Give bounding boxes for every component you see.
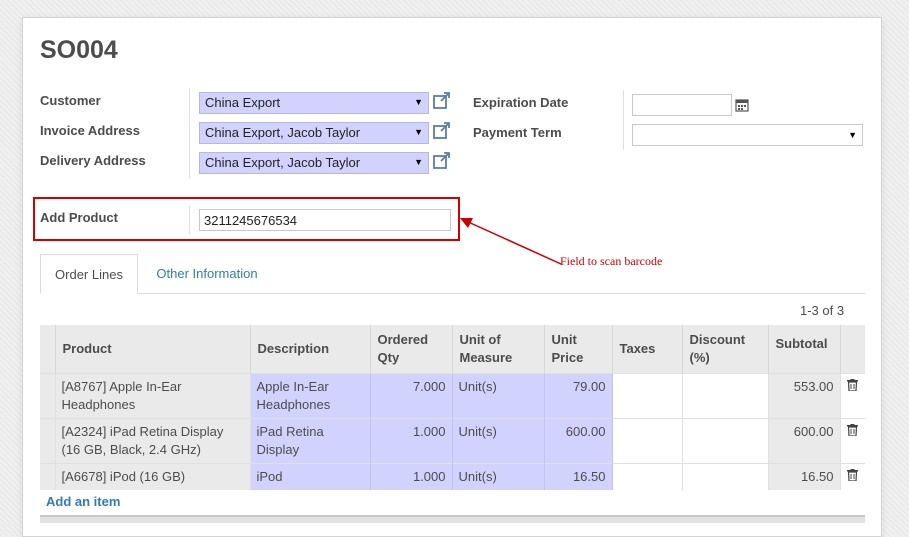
cell-uom[interactable]: Unit(s)	[452, 372, 545, 418]
annotation-arrow	[460, 218, 562, 265]
tab-order-lines[interactable]: Order Lines	[40, 254, 138, 294]
payment-term-select[interactable]: ▼	[632, 124, 863, 146]
cell-discount[interactable]	[682, 372, 769, 418]
trash-icon[interactable]	[846, 378, 858, 391]
cell-subtotal: 600.00	[768, 417, 841, 463]
external-link-icon[interactable]	[432, 121, 452, 141]
column-header-discount[interactable]: Discount (%)	[682, 325, 769, 373]
caret-down-icon: ▼	[848, 130, 857, 140]
cell-description[interactable]: iPod	[250, 462, 371, 490]
cell-discount[interactable]	[682, 462, 769, 490]
label-divider	[189, 88, 190, 178]
delivery-address-label: Delivery Address	[40, 153, 146, 168]
add-item-link[interactable]: Add an item	[46, 494, 120, 509]
cell-unit-price[interactable]: 79.00	[544, 372, 613, 418]
pager: 1-3 of 3	[800, 303, 845, 318]
column-header-uom[interactable]: Unit of Measure	[452, 325, 545, 373]
label-divider	[189, 206, 190, 234]
barcode-annotation: Field to scan barcode	[560, 254, 663, 268]
column-header-ordered-qty[interactable]: Ordered Qty	[370, 325, 453, 373]
cell-description[interactable]: Apple In-Ear Headphones	[250, 372, 371, 418]
external-link-icon[interactable]	[432, 151, 452, 171]
delete-cell	[840, 417, 865, 463]
delete-cell	[840, 462, 865, 490]
payment-term-label: Payment Term	[473, 125, 562, 140]
external-link-icon[interactable]	[432, 91, 452, 111]
trash-icon[interactable]	[846, 468, 858, 481]
row-handle	[40, 462, 56, 490]
cell-subtotal: 16.50	[768, 462, 841, 490]
cell-taxes[interactable]	[612, 462, 683, 490]
cell-ordered-qty[interactable]: 1.000	[370, 417, 453, 463]
cell-product[interactable]: [A2324] iPad Retina Display (16 GB, Blac…	[55, 417, 251, 463]
invoice-address-value: China Export, Jacob Taylor	[205, 125, 361, 140]
cell-ordered-qty[interactable]: 1.000	[370, 462, 453, 490]
invoice-address-select[interactable]: China Export, Jacob Taylor ▼	[199, 122, 429, 144]
cell-uom[interactable]: Unit(s)	[452, 462, 545, 490]
add-product-input[interactable]: 3211245676534	[199, 209, 451, 231]
column-header-product[interactable]: Product	[55, 325, 251, 373]
cell-product[interactable]: [A6678] iPod (16 GB)	[55, 462, 251, 490]
cell-subtotal: 553.00	[768, 372, 841, 418]
calendar-icon[interactable]	[735, 98, 749, 112]
table-row[interactable]: [A2324] iPad Retina Display (16 GB, Blac…	[40, 417, 865, 463]
header-text: Unit of	[459, 331, 501, 347]
header-text: Price	[551, 349, 584, 365]
label-divider-right	[623, 90, 624, 150]
add-product-label: Add Product	[40, 210, 118, 225]
footer-band	[40, 515, 865, 523]
delete-cell	[840, 372, 865, 418]
header-text: Qty	[377, 349, 400, 365]
order-lines-table: Product Description Ordered Qty Unit of Me…	[40, 325, 865, 490]
column-header-taxes[interactable]: Taxes	[612, 325, 683, 373]
delivery-address-value: China Export, Jacob Taylor	[205, 155, 361, 170]
table-header-row: Product Description Ordered Qty Unit of Me…	[40, 325, 865, 373]
tab-other-information[interactable]: Other Information	[145, 254, 269, 294]
cell-uom[interactable]: Unit(s)	[452, 417, 545, 463]
customer-value: China Export	[205, 95, 281, 110]
cell-ordered-qty[interactable]: 7.000	[370, 372, 453, 418]
record-title: SO004	[40, 36, 118, 64]
cell-unit-price[interactable]: 600.00	[544, 417, 613, 463]
customer-select[interactable]: China Export ▼	[199, 92, 429, 114]
cell-taxes[interactable]	[612, 372, 683, 418]
column-header-subtotal[interactable]: Subtotal	[768, 325, 841, 373]
expiration-date-input[interactable]	[632, 94, 732, 116]
cell-unit-price[interactable]: 16.50	[544, 462, 613, 490]
cell-taxes[interactable]	[612, 417, 683, 463]
invoice-address-label: Invoice Address	[40, 123, 140, 138]
row-handle-header	[40, 325, 56, 373]
caret-down-icon: ▼	[414, 157, 423, 167]
header-text: Ordered	[377, 331, 429, 347]
row-handle	[40, 372, 56, 418]
column-header-description[interactable]: Description	[250, 325, 371, 373]
column-header-unit-price[interactable]: Unit Price	[544, 325, 613, 373]
expiration-date-label: Expiration Date	[473, 95, 569, 110]
table-row[interactable]: [A8767] Apple In-Ear Headphones Apple In…	[40, 372, 865, 418]
header-text: (%)	[689, 349, 710, 365]
delivery-address-select[interactable]: China Export, Jacob Taylor ▼	[199, 152, 429, 174]
row-handle	[40, 417, 56, 463]
form-sheet: SO004 Customer Invoice Address Delivery …	[22, 17, 882, 537]
cell-description[interactable]: iPad Retina Display	[250, 417, 371, 463]
header-text: Measure	[459, 349, 513, 365]
header-text: Unit	[551, 331, 577, 347]
caret-down-icon: ▼	[414, 97, 423, 107]
cell-product[interactable]: [A8767] Apple In-Ear Headphones	[55, 372, 251, 418]
caret-down-icon: ▼	[414, 127, 423, 137]
table-row[interactable]: [A6678] iPod (16 GB) iPod 1.000 Unit(s) …	[40, 462, 865, 490]
header-text: Discount	[689, 331, 746, 347]
delete-column-header	[840, 325, 865, 373]
cell-discount[interactable]	[682, 417, 769, 463]
customer-label: Customer	[40, 93, 101, 108]
trash-icon[interactable]	[846, 423, 858, 436]
